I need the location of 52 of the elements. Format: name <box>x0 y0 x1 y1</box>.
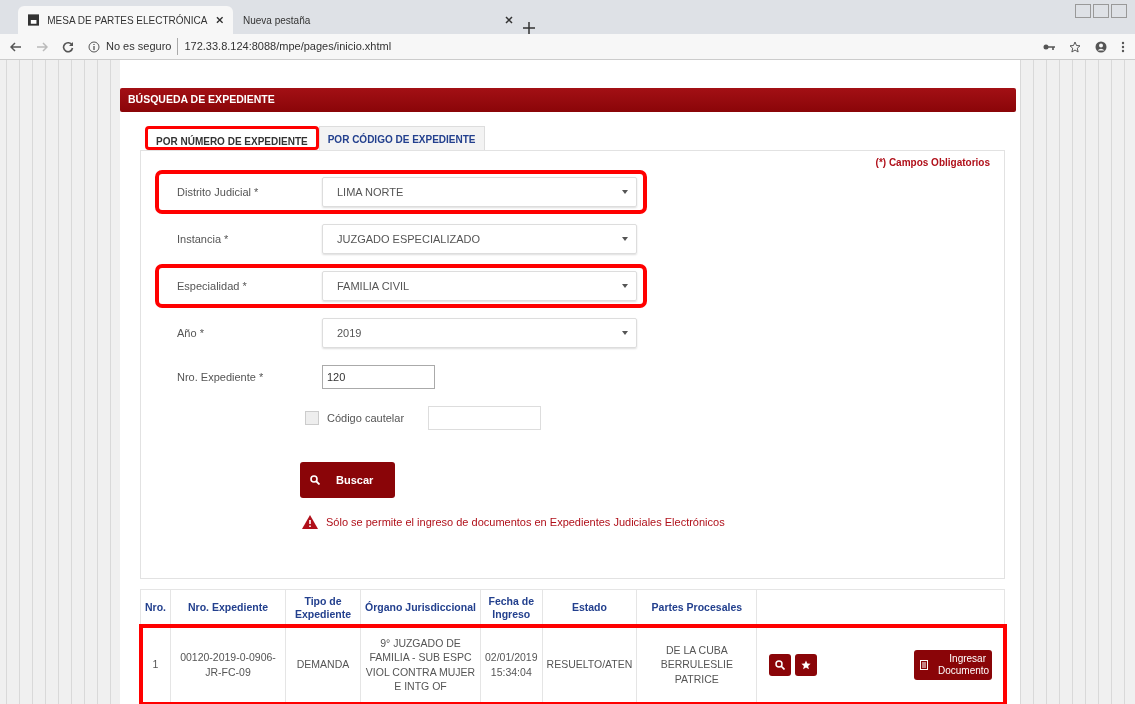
field-label: Nro. Expediente * <box>177 369 265 385</box>
checkbox-label: Código cautelar <box>327 410 405 426</box>
star-icon[interactable] <box>1069 40 1081 53</box>
back-icon[interactable] <box>10 40 22 53</box>
browser-tab[interactable]: MESA DE PARTES ELECTRÓNICA <box>18 6 233 34</box>
submit-document-button[interactable]: Ingresar Documento <box>914 649 992 680</box>
star-icon <box>801 659 812 670</box>
column-header: Nro. Expediente <box>170 589 286 626</box>
menu-icon[interactable] <box>1121 40 1125 53</box>
favorite-button[interactable] <box>795 653 818 676</box>
reload-icon[interactable] <box>62 40 74 53</box>
warning-icon <box>302 515 318 530</box>
select-field[interactable]: LIMA NORTE <box>322 176 637 207</box>
column-header: Nro. <box>140 589 171 626</box>
caret-icon <box>622 330 628 335</box>
column-header: Tipo de Expediente <box>285 589 361 626</box>
search-icon <box>775 659 786 670</box>
input-field[interactable]: 120 <box>322 364 435 389</box>
security-label: No es seguro <box>106 39 172 55</box>
column-header: Fecha de Ingreso <box>480 589 543 626</box>
close-icon[interactable] <box>505 16 513 24</box>
panel-header: BÚSQUEDA DE EXPEDIENTE <box>120 88 1016 112</box>
info-icon <box>88 40 100 53</box>
view-button[interactable] <box>769 653 792 676</box>
close-icon[interactable] <box>215 16 223 24</box>
field-label: Especialidad * <box>177 278 248 294</box>
search-button[interactable]: Buscar <box>300 461 395 498</box>
profile-icon[interactable] <box>1095 40 1107 53</box>
search-tab[interactable]: POR NÚMERO DE EXPEDIENTE <box>145 125 319 150</box>
search-tab[interactable]: POR CÓDIGO DE EXPEDIENTE <box>318 125 485 150</box>
document-icon <box>920 659 928 670</box>
input-field[interactable] <box>428 405 542 430</box>
required-note: (*) Campos Obligatorios <box>874 155 990 170</box>
field-label: Distrito Judicial * <box>177 184 260 200</box>
caret-icon <box>622 283 628 288</box>
column-header: Partes Procesales <box>636 589 757 626</box>
warning-message: Sólo se permite el ingreso de documentos en Expedientes Judiciales Electrónicos <box>326 514 725 530</box>
checkbox[interactable] <box>305 410 319 425</box>
new-tab-icon[interactable] <box>523 22 535 34</box>
address-field[interactable]: 172.33.8.124:8088/mpe/pages/inicio.xhtml <box>177 38 392 55</box>
field-label: Año * <box>177 325 205 341</box>
select-field[interactable]: FAMILIA CIVIL <box>322 270 637 301</box>
select-field[interactable]: JUZGADO ESPECIALIZADO <box>322 223 637 254</box>
column-header: Estado <box>542 589 637 626</box>
browser-tab[interactable]: Nueva pestaña <box>233 6 523 34</box>
select-field[interactable]: 2019 <box>322 317 637 348</box>
field-label: Instancia * <box>177 231 230 247</box>
caret-icon <box>622 236 628 241</box>
search-icon <box>310 474 320 485</box>
column-header: Órgano Jurisdiccional <box>360 589 481 626</box>
caret-icon <box>622 189 628 194</box>
site-icon <box>28 14 40 26</box>
